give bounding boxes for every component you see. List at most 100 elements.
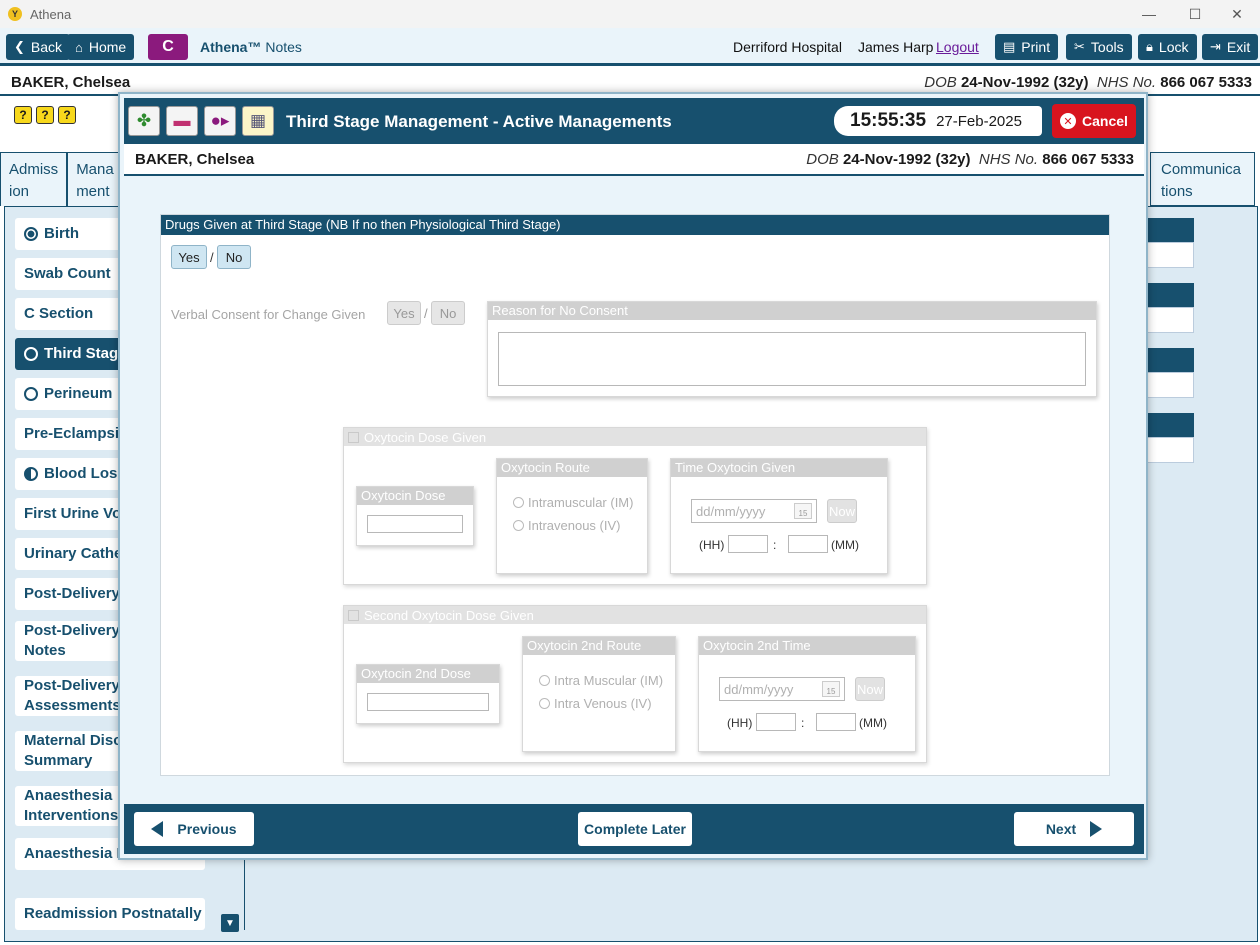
radio-label: Intramuscular (IM): [528, 495, 634, 510]
oxytocin-dose-group: Oxytocin Dose Given Oxytocin Dose (IU) O…: [343, 427, 927, 585]
calendar-icon[interactable]: 15: [822, 681, 840, 697]
athena-logo-icon: Y: [8, 7, 22, 21]
nhs-value: 866 067 5333: [1042, 151, 1134, 168]
drugs-yes-button[interactable]: Yes: [171, 245, 207, 269]
help-icon[interactable]: ?: [36, 106, 54, 124]
summary-block-body: [1140, 307, 1194, 333]
clover-icon[interactable]: ✤: [128, 106, 160, 136]
nhs-label: NHS No.: [1096, 74, 1157, 91]
back-button[interactable]: ❮ Back: [6, 34, 71, 60]
hh-label: (HH): [699, 538, 725, 552]
oxytocin-2nd-dose-input[interactable]: [367, 693, 489, 711]
radio-icon: [513, 520, 524, 531]
sidebar-item-label: Post-Delivery: [24, 585, 120, 602]
oxytocin-2nd-dose-panel: Oxytocin 2nd Dose (IU): [356, 664, 500, 724]
maximize-button[interactable]: ☐: [1172, 0, 1218, 28]
back-label: Back: [30, 39, 63, 55]
dialog-header: ✤ ▬ ●▸ ▦ Third Stage Management - Active…: [124, 98, 1144, 144]
route2-iv-radio[interactable]: Intra Venous (IV): [539, 696, 652, 711]
window-title: Athena: [30, 6, 72, 22]
group-header: Oxytocin Dose Given: [344, 428, 926, 446]
sidebar-item-label: First Urine Voi: [24, 505, 126, 522]
oxytocin-2nd-route-panel: Oxytocin 2nd Route Intra Muscular (IM) I…: [522, 636, 676, 752]
next-button[interactable]: Next: [1014, 812, 1134, 846]
sidebar-item-readmission[interactable]: Readmission Postnatally: [15, 898, 205, 930]
cancel-button[interactable]: ✕ Cancel: [1052, 104, 1136, 138]
sidebar-item-label: Pre-Eclampsia: [24, 425, 128, 442]
chevron-left-icon: ❮: [14, 39, 25, 54]
tab-communications[interactable]: Communica tions: [1150, 152, 1255, 206]
lock-icon: 🔒︎: [1146, 39, 1153, 54]
tab-management[interactable]: Mana ment: [67, 152, 123, 206]
hospital-name: Derriford Hospital: [733, 39, 842, 55]
sidebar-item-label: Post-Delivery: [24, 677, 120, 694]
minute-input[interactable]: [788, 535, 828, 553]
patient-name: BAKER, Chelsea: [11, 74, 131, 91]
dob-label: DOB: [924, 74, 957, 91]
sidebar-item-label: Notes: [24, 642, 66, 659]
notepad-icon[interactable]: ▦: [242, 106, 274, 136]
partial-status-icon: [24, 467, 38, 481]
medication-icon[interactable]: ▬: [166, 106, 198, 136]
tab-label: ment: [76, 183, 110, 200]
tools-label: Tools: [1090, 39, 1124, 55]
sidebar-item-label: Maternal Disc: [24, 732, 122, 749]
logout-link[interactable]: Logout: [936, 39, 979, 55]
oxytocin-date-input[interactable]: dd/mm/yyyy 15: [691, 499, 817, 523]
printer-icon: ▤: [1003, 39, 1016, 54]
patient-identifiers: DOB 24-Nov-1992 (32y) NHS No. 866 067 53…: [924, 74, 1252, 91]
print-button[interactable]: ▤ Print: [995, 34, 1059, 60]
summary-block-body: [1140, 372, 1194, 398]
now-button[interactable]: Now: [855, 677, 885, 701]
lock-button[interactable]: 🔒︎ Lock: [1138, 34, 1197, 60]
oxytocin-2nd-date-input[interactable]: dd/mm/yyyy 15: [719, 677, 845, 701]
drugs-no-button[interactable]: No: [217, 245, 251, 269]
consent-no-button[interactable]: No: [431, 301, 465, 325]
panel-title: Oxytocin 2nd Route: [523, 637, 675, 655]
empty-status-icon: [24, 347, 38, 361]
hour-input[interactable]: [728, 535, 768, 553]
arrow-right-icon: [1090, 821, 1103, 837]
hour-input[interactable]: [756, 713, 796, 731]
reason-textarea[interactable]: [498, 332, 1086, 386]
person-next-icon[interactable]: ●▸: [204, 106, 236, 136]
minute-input[interactable]: [816, 713, 856, 731]
group-title: Oxytocin Dose Given: [364, 429, 487, 445]
previous-button[interactable]: Previous: [134, 812, 254, 846]
alert-icons: ? ? ?: [14, 106, 76, 124]
radio-label: Intra Venous (IV): [554, 696, 652, 711]
oxytocin-dose-panel: Oxytocin Dose (IU): [356, 486, 474, 546]
dialog-footer: Previous Complete Later Next: [124, 804, 1144, 854]
route-iv-radio[interactable]: Intravenous (IV): [513, 518, 621, 533]
calendar-icon[interactable]: 15: [794, 503, 812, 519]
dialog-patient-banner: BAKER, Chelsea DOB 24-Nov-1992 (32y) NHS…: [124, 144, 1144, 176]
oxytocin-dose-input[interactable]: [367, 515, 463, 533]
tools-button[interactable]: ✂ Tools: [1066, 34, 1132, 60]
dob-value: 24-Nov-1992 (32y): [960, 74, 1089, 91]
tab-admission[interactable]: Admiss ion: [0, 152, 68, 206]
now-button[interactable]: Now: [827, 499, 857, 523]
sidebar-item-label: Birth: [44, 225, 79, 242]
oxytocin-dose-checkbox[interactable]: [348, 431, 359, 443]
help-icon[interactable]: ?: [58, 106, 76, 124]
tab-label: Admiss: [9, 161, 59, 178]
brand-name: Athena™: [200, 39, 262, 55]
minimize-button[interactable]: —: [1126, 0, 1172, 28]
home-button[interactable]: ⌂ Home: [67, 34, 135, 60]
second-oxytocin-checkbox[interactable]: [348, 609, 359, 621]
complete-later-button[interactable]: Complete Later: [578, 812, 692, 846]
consent-yes-button[interactable]: Yes: [387, 301, 421, 325]
scroll-down-icon[interactable]: ▼: [221, 914, 239, 932]
route2-im-radio[interactable]: Intra Muscular (IM): [539, 673, 663, 688]
exit-button[interactable]: ⇥ Exit: [1202, 34, 1259, 60]
c-button[interactable]: C: [148, 34, 188, 60]
mm-label: (MM): [831, 538, 859, 552]
current-time: 15:55:35: [850, 110, 927, 131]
close-window-button[interactable]: ✕: [1214, 0, 1260, 28]
summary-block-header: [1140, 348, 1194, 372]
route-im-radio[interactable]: Intramuscular (IM): [513, 495, 633, 510]
panel-title: Reason for No Consent: [488, 302, 1096, 320]
previous-label: Previous: [177, 821, 237, 837]
separator: /: [210, 250, 214, 265]
alert-icon[interactable]: ?: [14, 106, 32, 124]
